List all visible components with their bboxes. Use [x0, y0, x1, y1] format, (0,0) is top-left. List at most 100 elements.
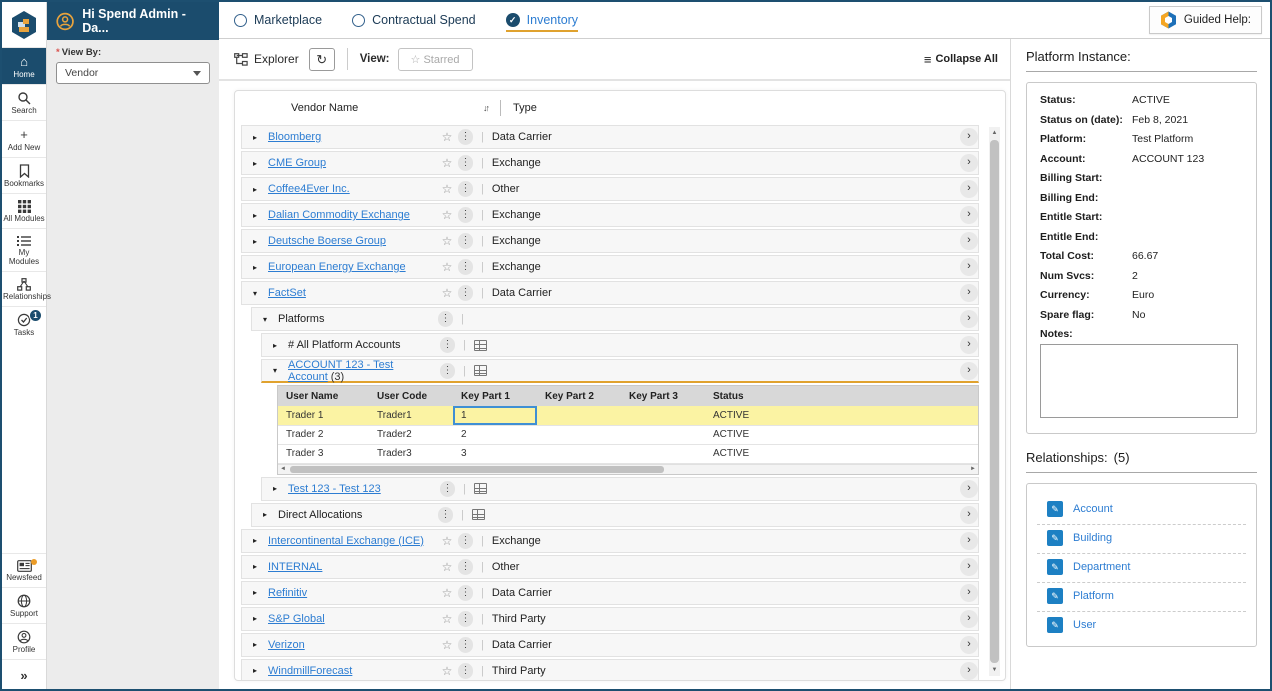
scrollbar-track[interactable]	[288, 465, 968, 474]
account-link[interactable]: Test 123 - Test 123	[288, 483, 381, 495]
row-menu-icon[interactable]: ⋮	[458, 207, 473, 223]
row-menu-icon[interactable]: ⋮	[458, 155, 473, 171]
expand-arrow-icon[interactable]: ▸	[252, 510, 278, 519]
sidebar-item-relationships[interactable]: Relationships	[2, 271, 51, 306]
vendor-link[interactable]: S&P Global	[268, 613, 325, 625]
collapse-arrow-icon[interactable]: ▾	[252, 315, 278, 324]
col-key-part-2[interactable]: Key Part 2	[537, 386, 621, 406]
row-menu-icon[interactable]: ⋮	[458, 662, 473, 679]
row-menu-icon[interactable]: ⋮	[458, 558, 473, 575]
vendor-link[interactable]: INTERNAL	[268, 561, 322, 573]
vendor-link[interactable]: Bloomberg	[268, 131, 321, 143]
row-detail-chevron[interactable]: ›	[960, 258, 978, 276]
sidebar-item-search[interactable]: Search	[2, 84, 46, 120]
cell-user-code[interactable]: Trader3	[369, 444, 453, 464]
star-icon[interactable]: ☆	[436, 638, 458, 652]
vendor-link[interactable]: FactSet	[268, 287, 306, 299]
star-icon[interactable]: ☆	[436, 130, 458, 144]
horizontal-scrollbar[interactable]: ◄ ►	[278, 463, 978, 474]
relationship-link-user[interactable]: ✎ User	[1037, 612, 1246, 640]
row-detail-chevron[interactable]: ›	[960, 128, 978, 146]
star-icon[interactable]: ☆	[436, 260, 458, 274]
sidebar-item-home[interactable]: ⌂ Home	[2, 47, 46, 84]
user-header[interactable]: Hi Spend Admin - Da...	[47, 2, 219, 40]
vendor-link[interactable]: Coffee4Ever Inc.	[268, 183, 350, 195]
row-menu-icon[interactable]: ⋮	[458, 532, 473, 549]
sidebar-item-newsfeed[interactable]: Newsfeed	[2, 553, 46, 587]
star-icon[interactable]: ☆	[436, 182, 458, 196]
star-icon[interactable]: ☆	[436, 286, 458, 300]
expand-arrow-icon[interactable]: ▸	[242, 640, 268, 649]
vendor-link[interactable]: Deutsche Boerse Group	[268, 235, 386, 247]
cell-key3[interactable]	[621, 444, 705, 464]
star-icon[interactable]: ☆	[436, 156, 458, 170]
expand-arrow-icon[interactable]: ▸	[242, 263, 268, 272]
row-detail-chevron[interactable]: ›	[960, 206, 978, 224]
cell-key3[interactable]	[621, 406, 705, 426]
expand-arrow-icon[interactable]: ▸	[242, 536, 268, 545]
row-menu-icon[interactable]: ⋮	[458, 129, 473, 145]
expand-arrow-icon[interactable]: ▸	[242, 614, 268, 623]
collapse-all-button[interactable]: ≡ Collapse All	[924, 52, 998, 67]
row-detail-chevron[interactable]: ›	[960, 361, 978, 380]
col-status[interactable]: Status	[705, 386, 978, 406]
row-detail-chevron[interactable]: ›	[960, 336, 978, 354]
expand-arrow-icon[interactable]: ▸	[262, 484, 288, 493]
sidebar-item-support[interactable]: Support	[2, 587, 46, 623]
sidebar-item-all-modules[interactable]: All Modules	[2, 193, 46, 228]
tab-inventory[interactable]: ✓ Inventory	[505, 13, 579, 32]
row-menu-icon[interactable]: ⋮	[458, 233, 473, 249]
star-icon[interactable]: ☆	[436, 234, 458, 248]
notes-textarea[interactable]	[1040, 344, 1238, 418]
cell-status[interactable]: ACTIVE	[705, 425, 978, 445]
row-menu-icon[interactable]: ⋮	[440, 337, 455, 353]
sidebar-item-bookmarks[interactable]: Bookmarks	[2, 157, 46, 193]
scroll-right-icon[interactable]: ►	[968, 466, 978, 472]
row-detail-chevron[interactable]: ›	[960, 661, 978, 680]
table-view-icon[interactable]	[473, 483, 487, 494]
expand-arrow-icon[interactable]: ▸	[242, 133, 268, 142]
cell-user-code[interactable]: Trader1	[369, 406, 453, 426]
user-row-selected[interactable]: Trader 1 Trader1 1 ACTIVE	[278, 406, 978, 426]
row-menu-icon[interactable]: ⋮	[458, 285, 473, 301]
expand-arrow-icon[interactable]: ▸	[242, 588, 268, 597]
vendor-link[interactable]: Verizon	[268, 639, 305, 651]
scroll-up-icon[interactable]: ▲	[992, 127, 998, 139]
rail-expand-button[interactable]: »	[2, 659, 46, 689]
row-detail-chevron[interactable]: ›	[960, 583, 978, 602]
refresh-button[interactable]: ↻	[308, 47, 335, 71]
row-detail-chevron[interactable]: ›	[960, 505, 978, 524]
cell-user-name[interactable]: Trader 1	[278, 406, 369, 426]
sidebar-item-add-new[interactable]: + Add New	[2, 120, 46, 157]
row-detail-chevron[interactable]: ›	[960, 310, 978, 328]
collapse-arrow-icon[interactable]: ▾	[262, 366, 288, 375]
scroll-down-icon[interactable]: ▼	[992, 664, 998, 676]
cell-key3[interactable]	[621, 425, 705, 445]
table-view-icon[interactable]	[471, 509, 485, 520]
row-detail-chevron[interactable]: ›	[960, 154, 978, 172]
col-key-part-1[interactable]: Key Part 1	[453, 386, 537, 406]
cell-user-name[interactable]: Trader 3	[278, 444, 369, 464]
star-icon[interactable]: ☆	[436, 560, 458, 574]
expand-arrow-icon[interactable]: ▸	[242, 562, 268, 571]
expand-arrow-icon[interactable]: ▸	[242, 185, 268, 194]
row-detail-chevron[interactable]: ›	[960, 232, 978, 250]
expand-arrow-icon[interactable]: ▸	[242, 159, 268, 168]
tab-contractual-spend[interactable]: Contractual Spend	[352, 13, 476, 27]
cell-user-name[interactable]: Trader 2	[278, 425, 369, 445]
star-icon[interactable]: ☆	[436, 534, 458, 548]
relationship-link-department[interactable]: ✎ Department	[1037, 554, 1246, 583]
scrollbar-thumb[interactable]	[290, 466, 664, 473]
vendor-link[interactable]: Refinitiv	[268, 587, 307, 599]
vendor-link[interactable]: Intercontinental Exchange (ICE)	[268, 535, 424, 547]
sidebar-item-tasks[interactable]: 1 Tasks	[2, 306, 46, 342]
guided-help-button[interactable]: Guided Help:	[1148, 6, 1262, 34]
star-icon[interactable]: ☆	[436, 612, 458, 626]
relationship-link-building[interactable]: ✎ Building	[1037, 525, 1246, 554]
row-menu-icon[interactable]: ⋮	[440, 480, 455, 497]
vendor-link[interactable]: Dalian Commodity Exchange	[268, 209, 410, 221]
relationship-link-account[interactable]: ✎ Account	[1037, 496, 1246, 525]
vertical-scrollbar[interactable]: ▲ ▼	[989, 127, 1000, 676]
row-detail-chevron[interactable]: ›	[960, 180, 978, 198]
explorer-button[interactable]: Explorer	[234, 52, 299, 66]
